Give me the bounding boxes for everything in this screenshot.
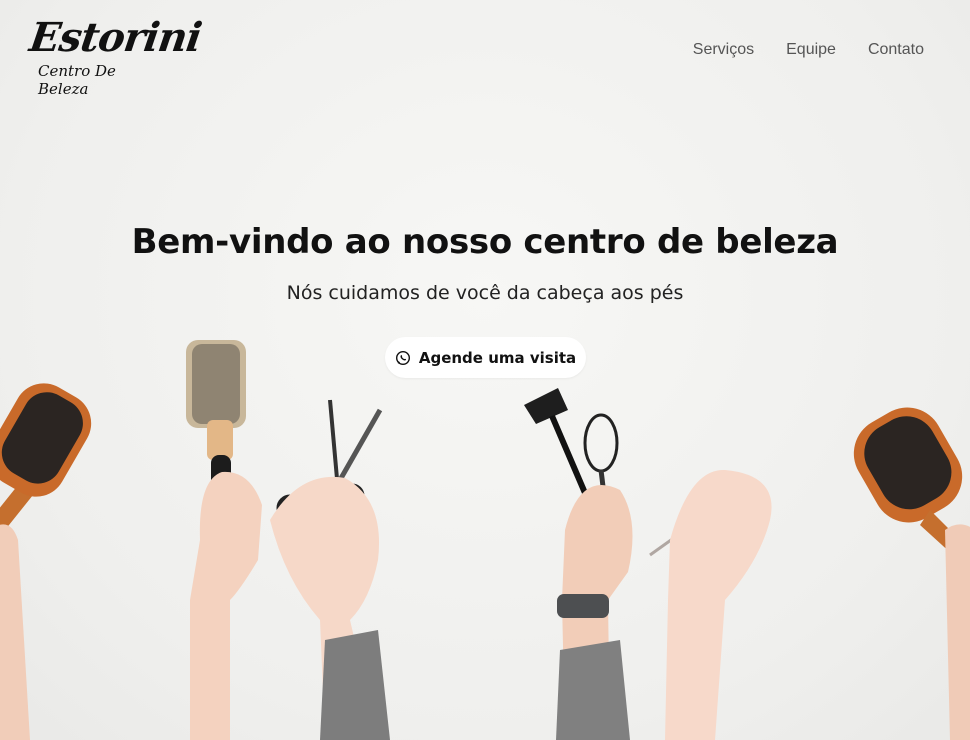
navbar: Estorini Centro De Beleza Serviços Equip… [0,0,970,100]
whatsapp-icon [395,350,410,365]
schedule-visit-label: Agende uma visita [418,348,577,367]
hand-4 [665,469,772,740]
tint-brush [524,388,615,558]
hand-1 [190,471,262,740]
paddle-brush-left [0,383,92,530]
hand-3 [562,485,633,740]
scissors [276,399,383,522]
whisk [583,413,619,561]
nav-link-equipe[interactable]: Equipe [786,41,836,59]
brand-logo-name: Estorini [26,14,205,61]
round-brush [186,340,246,545]
hand-2 [270,476,380,740]
hero-section: Estorini Centro De Beleza Serviços Equip… [0,0,970,740]
arm-left [0,524,30,740]
nav-link-contato[interactable]: Contato [868,41,924,59]
sleeve-3 [556,640,630,740]
hero-title: Bem-vindo ao nosso centro de beleza [131,222,839,262]
schedule-visit-button[interactable]: Agende uma visita [385,337,586,378]
brand-logo-tagline: Centro De Beleza [38,62,116,98]
sleeve-2 [320,630,390,740]
arm-right [945,524,970,740]
brand-logo[interactable]: Estorini Centro De Beleza [27,14,204,98]
nav-menu: Serviços Equipe Contato [693,41,924,59]
nav-link-servicos[interactable]: Serviços [693,41,754,59]
small-scissors [649,479,742,557]
paddle-brush-right [853,407,970,571]
hero-subtitle: Nós cuidamos de você da cabeça aos pés [286,282,684,304]
watch [557,594,609,618]
